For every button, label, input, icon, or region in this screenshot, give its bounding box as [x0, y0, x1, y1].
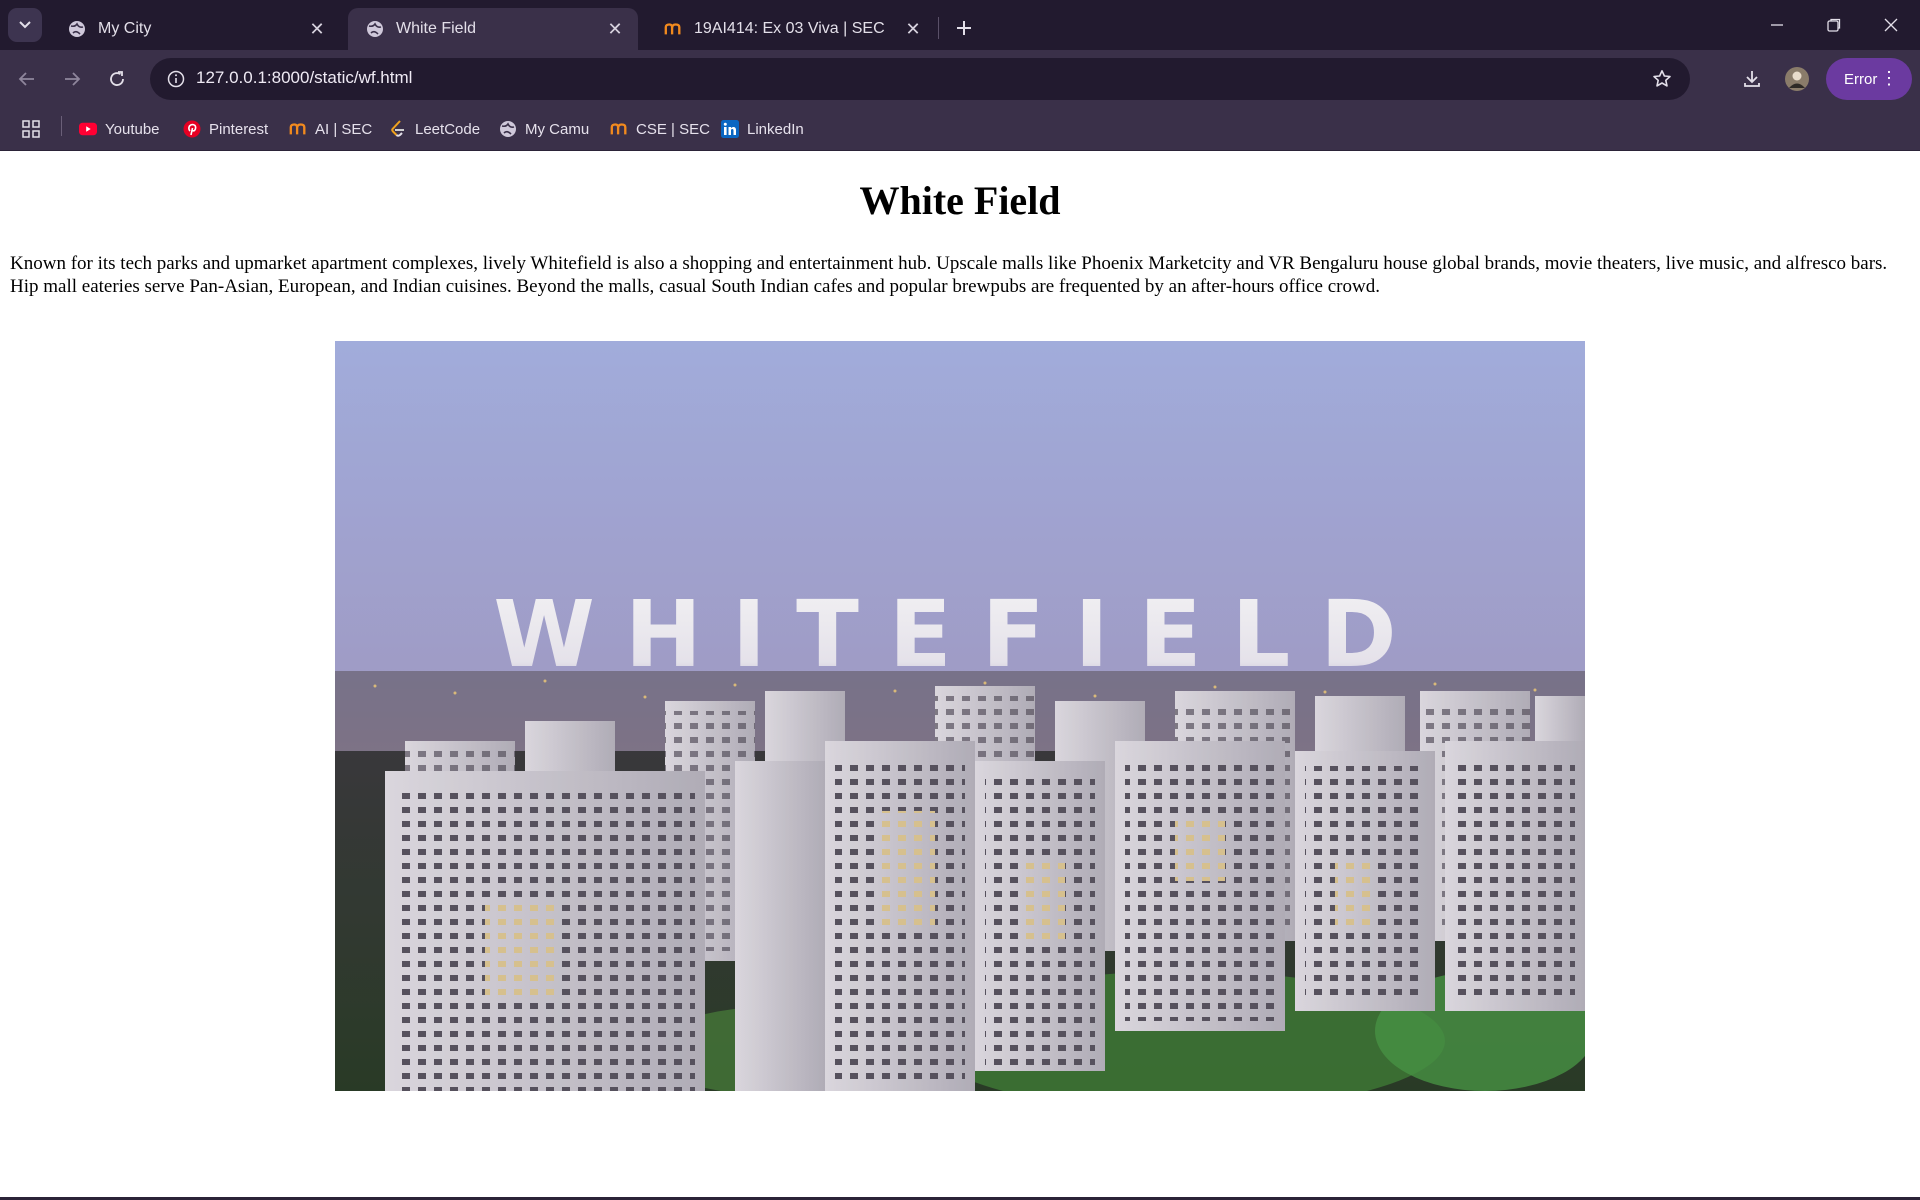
linkedin-icon	[721, 120, 739, 138]
forward-button[interactable]	[55, 62, 89, 96]
globe-icon	[499, 120, 517, 138]
bookmark-my-camu[interactable]: My Camu	[499, 117, 589, 141]
bookmark-cse-sec[interactable]: CSE | SEC	[610, 117, 710, 141]
bookmark-linkedin[interactable]: LinkedIn	[721, 117, 804, 141]
arrow-right-icon	[65, 72, 81, 86]
youtube-icon	[79, 120, 97, 138]
close-icon	[1884, 18, 1898, 32]
moodle-icon	[610, 120, 628, 138]
tab-my-city[interactable]: My City ✕	[50, 8, 340, 50]
tab-separator	[938, 17, 939, 39]
leetcode-icon	[389, 120, 407, 138]
tab-title: My City	[98, 20, 152, 37]
profile-error-button[interactable]: Error ⋮	[1826, 58, 1912, 100]
chevron-down-icon	[19, 21, 31, 29]
tab-search-button[interactable]	[8, 8, 42, 42]
globe-icon	[366, 20, 384, 38]
site-info-icon[interactable]	[160, 63, 192, 95]
globe-icon	[68, 20, 86, 38]
moodle-icon	[289, 120, 307, 138]
tab-title: White Field	[396, 20, 477, 37]
bookmark-star-icon[interactable]	[1646, 63, 1678, 95]
bookmarks-bar: Youtube Pinterest AI | SEC LeetCode My C…	[0, 108, 1920, 151]
bookmark-label: Youtube	[105, 120, 160, 138]
minimize-button[interactable]	[1748, 0, 1806, 50]
bookmark-label: LinkedIn	[747, 120, 804, 138]
page-content: White Field Known for its tech parks and…	[0, 151, 1920, 1200]
profile-button[interactable]	[1780, 62, 1814, 96]
download-icon	[1744, 71, 1760, 87]
bookmark-leetcode[interactable]: LeetCode	[389, 117, 480, 141]
bookmark-label: CSE | SEC	[636, 120, 710, 138]
restore-icon	[1827, 18, 1841, 32]
moodle-icon	[664, 20, 682, 38]
plus-icon	[957, 21, 971, 35]
page-description: Known for its tech parks and upmarket ap…	[10, 253, 1888, 297]
avatar	[1785, 67, 1809, 91]
tab-strip: My City ✕ White Field ✕ 19AI414: Ex 03 V…	[0, 0, 1920, 50]
close-icon[interactable]: ✕	[902, 18, 924, 40]
close-window-button[interactable]	[1862, 0, 1920, 50]
apps-grid-icon	[22, 120, 40, 138]
bookmark-pinterest[interactable]: Pinterest	[183, 117, 268, 141]
page-title: White Field	[859, 178, 1061, 223]
bookmark-ai-sec[interactable]: AI | SEC	[289, 117, 372, 141]
bookmarks-separator	[61, 116, 62, 136]
minimize-icon	[1771, 24, 1783, 26]
close-icon[interactable]: ✕	[306, 18, 328, 40]
whitefield-image: WHITEFIELD	[335, 341, 1585, 1091]
city-skyline-picture: WHITEFIELD	[335, 341, 1585, 1091]
restore-button[interactable]	[1805, 0, 1863, 50]
tab-title: 19AI414: Ex 03 Viva | SEC	[694, 20, 885, 37]
address-bar[interactable]: 127.0.0.1:8000/static/wf.html	[150, 58, 1690, 100]
browser-toolbar: 127.0.0.1:8000/static/wf.html Error ⋮	[0, 50, 1920, 108]
address-text[interactable]: 127.0.0.1:8000/static/wf.html	[196, 68, 412, 88]
bookmark-label: LeetCode	[415, 120, 481, 138]
downloads-button[interactable]	[1735, 62, 1769, 96]
bookmark-label: AI | SEC	[315, 120, 373, 138]
close-icon[interactable]: ✕	[604, 18, 626, 40]
profile-error-label: Error	[1844, 70, 1878, 88]
back-button[interactable]	[10, 62, 44, 96]
bookmark-label: My Camu	[525, 120, 590, 138]
bookmark-label: Pinterest	[209, 120, 269, 138]
new-tab-button[interactable]	[948, 12, 980, 44]
reload-icon	[110, 71, 124, 86]
reload-button[interactable]	[100, 62, 134, 96]
apps-button[interactable]	[22, 117, 40, 141]
tab-viva[interactable]: 19AI414: Ex 03 Viva | SEC ✕	[646, 8, 936, 50]
tab-white-field[interactable]: White Field ✕	[348, 8, 638, 50]
more-menu-icon: ⋮	[1880, 68, 1898, 88]
arrow-left-icon	[18, 72, 34, 86]
pinterest-icon	[183, 120, 201, 138]
bookmark-youtube[interactable]: Youtube	[79, 117, 160, 141]
